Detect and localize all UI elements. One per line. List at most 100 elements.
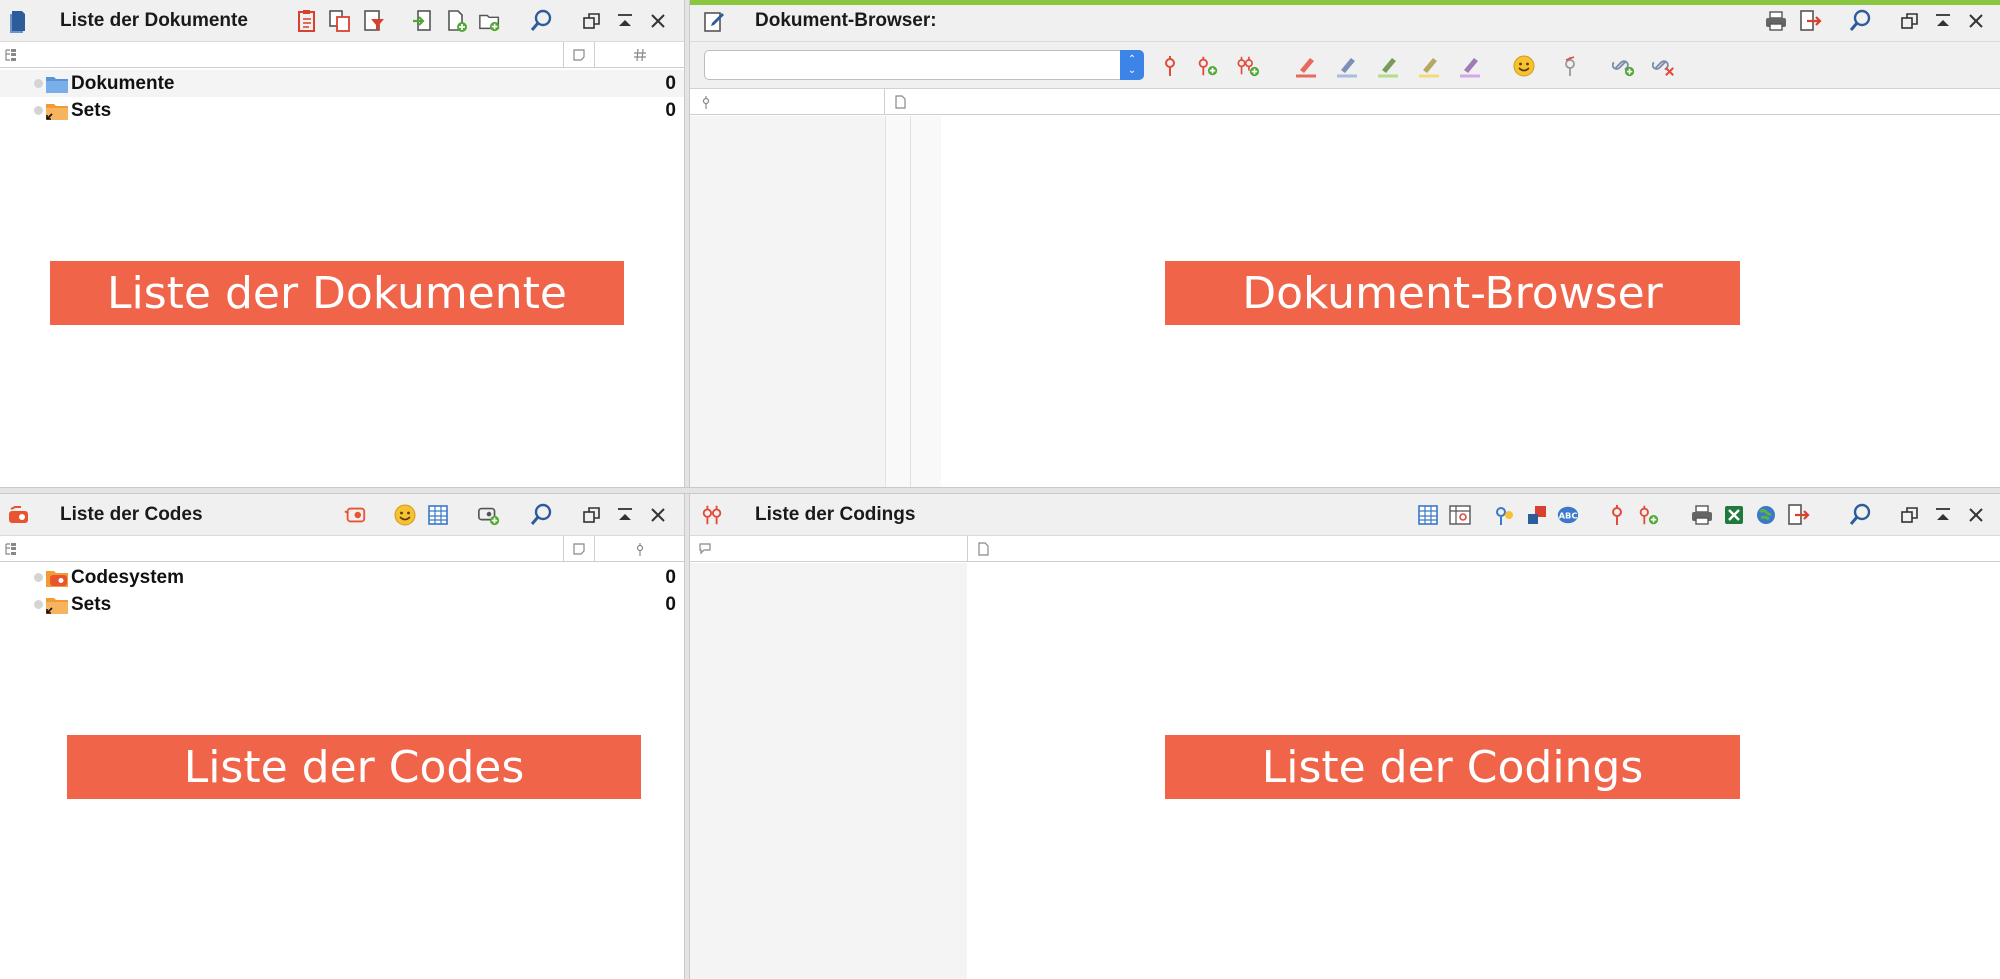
- close-icon[interactable]: [1964, 9, 1988, 33]
- codings-column-header: [690, 536, 2000, 562]
- expand-bullet[interactable]: [34, 573, 43, 582]
- undock-icon[interactable]: [1898, 9, 1922, 33]
- highlight-purple-icon[interactable]: [1458, 54, 1482, 78]
- shapes-icon[interactable]: [1525, 503, 1549, 527]
- tree-count: 0: [665, 99, 676, 121]
- code-icon[interactable]: [594, 536, 684, 562]
- memo-icon[interactable]: [563, 42, 594, 68]
- search-icon[interactable]: [1848, 9, 1872, 33]
- tree-row-sets[interactable]: Sets 0: [0, 591, 684, 618]
- highlight-green-icon[interactable]: [1376, 54, 1400, 78]
- tree-icon[interactable]: [0, 42, 22, 68]
- documents-copy-icon[interactable]: [328, 9, 352, 33]
- tree-count: 0: [665, 72, 676, 94]
- horizontal-splitter[interactable]: [0, 487, 2000, 494]
- codes-pane: Liste der Codes Codesystem 0 Sets 0 List…: [0, 494, 684, 979]
- code-add-icon[interactable]: [1195, 54, 1219, 78]
- code-add-icon[interactable]: [1636, 503, 1660, 527]
- documents-pane: Liste der Dokumente Dokumente 0 Sets 0 L…: [0, 0, 684, 487]
- comment-column-icon[interactable]: [690, 536, 967, 562]
- expand-bullet[interactable]: [34, 79, 43, 88]
- browser-toolbar: ⌃ ⌄: [690, 42, 2000, 89]
- documents-titlebar: Liste der Dokumente: [0, 0, 684, 42]
- table-icon[interactable]: [1416, 503, 1440, 527]
- tree-count: 0: [665, 593, 676, 615]
- highlight-blue-icon[interactable]: [1335, 54, 1359, 78]
- search-icon[interactable]: [1848, 503, 1872, 527]
- code-icon[interactable]: [1158, 54, 1182, 78]
- excel-icon[interactable]: [1722, 503, 1746, 527]
- expand-bullet[interactable]: [34, 600, 43, 609]
- document-filter-icon[interactable]: [362, 9, 386, 33]
- code-multiple-icon[interactable]: [1236, 54, 1260, 78]
- close-icon[interactable]: [1964, 503, 1988, 527]
- documents-banner: Liste der Dokumente: [50, 261, 624, 325]
- tree-row-dokumente[interactable]: Dokumente 0: [0, 70, 684, 97]
- undock-icon[interactable]: [1898, 503, 1922, 527]
- codes-titlebar: Liste der Codes: [0, 494, 684, 536]
- web-icon[interactable]: [1754, 503, 1778, 527]
- svg-text:ABC: ABC: [1559, 511, 1578, 521]
- new-document-icon[interactable]: [445, 9, 469, 33]
- hash-icon[interactable]: [594, 42, 684, 68]
- tree-row-sets[interactable]: Sets 0: [0, 97, 684, 124]
- search-icon[interactable]: [529, 503, 553, 527]
- pane-title: Dokument-Browser:: [755, 10, 937, 31]
- coding-context-area: [690, 563, 967, 979]
- expand-bullet[interactable]: [34, 106, 43, 115]
- browser-banner: Dokument-Browser: [1165, 261, 1740, 325]
- link-remove-icon[interactable]: [1652, 54, 1676, 78]
- import-icon[interactable]: [410, 9, 434, 33]
- codes-column-header: [0, 536, 684, 562]
- tree-label: Codesystem: [71, 566, 184, 588]
- emoticon-icon[interactable]: [1512, 54, 1536, 78]
- emoticon-icon[interactable]: [393, 503, 417, 527]
- active-pane-indicator: [690, 0, 2000, 5]
- code-icon[interactable]: [1605, 503, 1629, 527]
- codings-titlebar: Liste der Codings ABC: [690, 494, 2000, 536]
- codings-icon: [700, 503, 724, 527]
- pane-title: Liste der Dokumente: [60, 10, 248, 31]
- new-document-clipboard-icon[interactable]: [295, 9, 319, 33]
- paragraph-number-area: [886, 116, 941, 487]
- new-document-group-icon[interactable]: [478, 9, 502, 33]
- codings-banner: Liste der Codings: [1165, 735, 1740, 799]
- set-folder-icon: [45, 101, 69, 121]
- maximize-icon[interactable]: [613, 503, 637, 527]
- undock-icon[interactable]: [580, 9, 604, 33]
- code-remove-icon[interactable]: [1558, 54, 1582, 78]
- search-icon[interactable]: [529, 9, 553, 33]
- highlight-red-icon[interactable]: [1294, 54, 1318, 78]
- new-code-icon[interactable]: [477, 503, 501, 527]
- maximize-icon[interactable]: [1931, 9, 1955, 33]
- codings-pane: Liste der Codings ABC Liste der Codings: [690, 494, 2000, 979]
- abc-icon[interactable]: ABC: [1556, 503, 1580, 527]
- code-favorites-icon[interactable]: [343, 503, 367, 527]
- edit-document-icon: [702, 9, 726, 33]
- chevron-updown-icon[interactable]: ⌃ ⌄: [1120, 50, 1144, 80]
- document-select[interactable]: ⌃ ⌄: [704, 50, 1144, 80]
- close-icon[interactable]: [646, 9, 670, 33]
- close-icon[interactable]: [646, 503, 670, 527]
- document-column-icon: [884, 89, 914, 115]
- documents-column-header: [0, 42, 684, 68]
- print-icon[interactable]: [1690, 503, 1714, 527]
- highlight-yellow-icon[interactable]: [1417, 54, 1441, 78]
- maximize-icon[interactable]: [1931, 503, 1955, 527]
- export-icon[interactable]: [1798, 9, 1822, 33]
- print-icon[interactable]: [1764, 9, 1788, 33]
- link-add-icon[interactable]: [1612, 54, 1636, 78]
- maximize-icon[interactable]: [613, 9, 637, 33]
- code-matrix-icon[interactable]: [1448, 503, 1472, 527]
- idea-icon[interactable]: [1492, 503, 1516, 527]
- tree-icon[interactable]: [0, 536, 22, 562]
- export-icon[interactable]: [1786, 503, 1810, 527]
- code-stripe-area: [690, 116, 885, 487]
- undock-icon[interactable]: [580, 503, 604, 527]
- memo-icon[interactable]: [563, 536, 594, 562]
- codes-banner: Liste der Codes: [67, 735, 641, 799]
- set-folder-icon: [45, 595, 69, 615]
- tree-row-codesystem[interactable]: Codesystem 0: [0, 564, 684, 591]
- table-icon[interactable]: [426, 503, 450, 527]
- document-column-icon[interactable]: [967, 536, 997, 562]
